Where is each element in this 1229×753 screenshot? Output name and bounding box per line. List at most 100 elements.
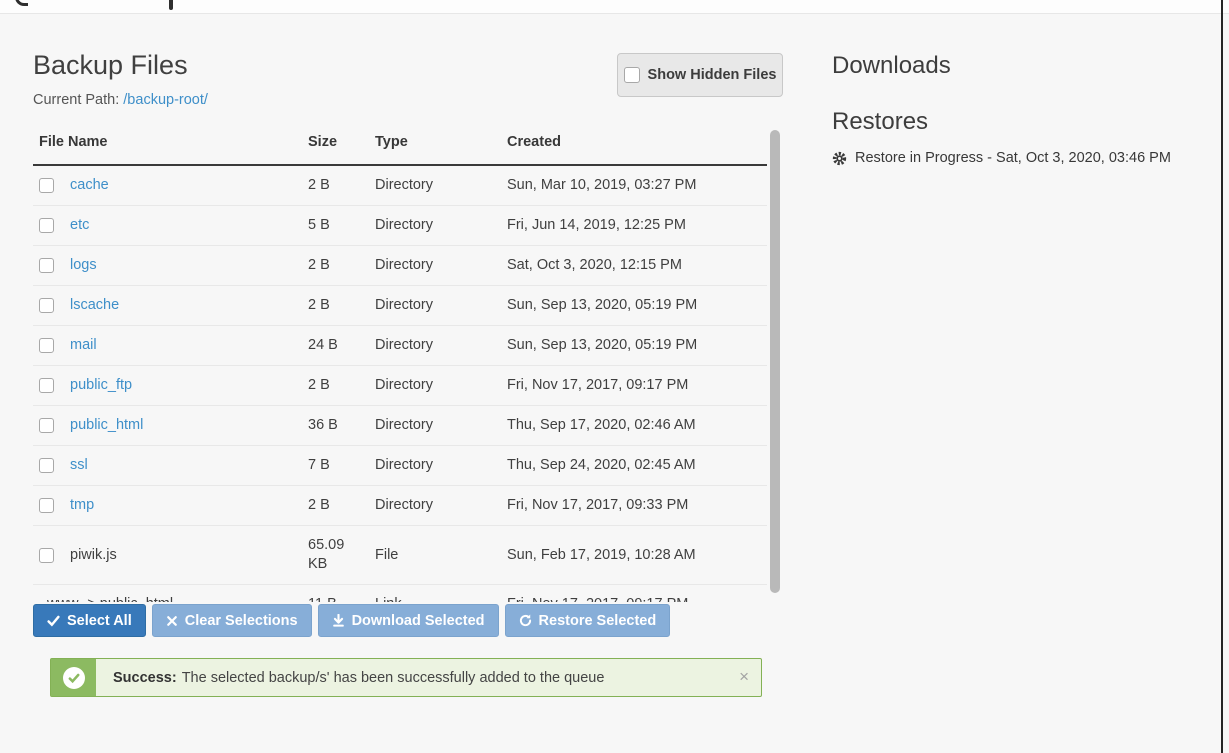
file-size: 24 B <box>308 326 375 366</box>
row-checkbox[interactable] <box>39 498 54 513</box>
file-link[interactable]: logs <box>70 256 97 275</box>
restore-selected-label: Restore Selected <box>539 613 657 629</box>
select-all-label: Select All <box>67 613 132 629</box>
table-row: lscache 2 B Directory Sun, Sep 13, 2020,… <box>33 286 767 326</box>
download-selected-label: Download Selected <box>352 613 485 629</box>
file-link[interactable]: tmp <box>70 496 94 515</box>
table-row: mail 24 B Directory Sun, Sep 13, 2020, 0… <box>33 326 767 366</box>
table-row: tmp 2 B Directory Fri, Nov 17, 2017, 09:… <box>33 486 767 526</box>
downloads-title: Downloads <box>832 52 951 80</box>
file-type: Link <box>375 585 507 603</box>
select-all-button[interactable]: Select All <box>33 604 146 637</box>
file-size: 5 B <box>308 206 375 246</box>
current-path-link[interactable]: /backup-root/ <box>123 92 208 108</box>
backup-files-table: File Name Size Type Created cache 2 B Di… <box>33 122 781 602</box>
window-right-edge <box>1221 0 1223 753</box>
clear-selections-button[interactable]: Clear Selections <box>152 604 312 637</box>
check-icon <box>47 614 60 627</box>
success-message: Success: The selected backup/s' has been… <box>113 659 721 696</box>
row-checkbox[interactable] <box>39 178 54 193</box>
restore-selected-button[interactable]: Restore Selected <box>505 604 671 637</box>
success-icon-block <box>51 659 96 696</box>
file-created: Sat, Oct 3, 2020, 12:15 PM <box>507 246 767 286</box>
file-created: Fri, Nov 17, 2017, 09:33 PM <box>507 486 767 526</box>
file-type: Directory <box>375 486 507 526</box>
file-link[interactable]: cache <box>70 176 109 195</box>
file-link[interactable]: public_html <box>70 416 143 435</box>
table-scrollbar-thumb[interactable] <box>770 130 780 593</box>
row-checkbox[interactable] <box>39 338 54 353</box>
refresh-icon <box>519 614 532 627</box>
table-row: cache 2 B Directory Sun, Mar 10, 2019, 0… <box>33 165 767 206</box>
file-type: Directory <box>375 246 507 286</box>
table-row: piwik.js 65.09 KB File Sun, Feb 17, 2019… <box>33 526 767 585</box>
restores-title: Restores <box>832 108 928 136</box>
file-created: Sun, Sep 13, 2020, 05:19 PM <box>507 326 767 366</box>
file-size: 2 B <box>308 246 375 286</box>
row-checkbox[interactable] <box>39 458 54 473</box>
file-created: Sun, Mar 10, 2019, 03:27 PM <box>507 165 767 206</box>
file-type: Directory <box>375 446 507 486</box>
column-header-file-name: File Name <box>33 122 308 165</box>
file-type: Directory <box>375 286 507 326</box>
file-size: 2 B <box>308 486 375 526</box>
download-icon <box>332 614 345 627</box>
file-size: 36 B <box>308 406 375 446</box>
row-checkbox[interactable] <box>39 298 54 313</box>
file-link[interactable]: lscache <box>70 296 119 315</box>
row-checkbox[interactable] <box>39 378 54 393</box>
success-check-icon <box>63 667 85 689</box>
download-selected-button[interactable]: Download Selected <box>318 604 499 637</box>
close-icon[interactable]: × <box>739 668 749 685</box>
file-created: Fri, Nov 17, 2017, 09:17 PM <box>507 585 767 603</box>
file-type: Directory <box>375 366 507 406</box>
file-size: 11 B <box>308 585 375 603</box>
row-checkbox[interactable] <box>39 548 54 563</box>
file-created: Thu, Sep 24, 2020, 02:45 AM <box>507 446 767 486</box>
file-created: Fri, Nov 17, 2017, 09:17 PM <box>507 366 767 406</box>
row-checkbox[interactable] <box>39 418 54 433</box>
table-row: logs 2 B Directory Sat, Oct 3, 2020, 12:… <box>33 246 767 286</box>
gear-icon <box>832 151 847 166</box>
file-type: Directory <box>375 165 507 206</box>
file-type: File <box>375 526 507 585</box>
file-created: Sun, Sep 13, 2020, 05:19 PM <box>507 286 767 326</box>
column-header-type: Type <box>375 122 507 165</box>
file-link[interactable]: mail <box>70 336 97 355</box>
file-type: Directory <box>375 206 507 246</box>
show-hidden-files-button[interactable]: Show Hidden Files <box>617 53 783 97</box>
row-checkbox[interactable] <box>39 258 54 273</box>
file-size: 2 B <box>308 165 375 206</box>
page-title-clipped-fragment <box>15 0 28 6</box>
show-hidden-files-checkbox[interactable] <box>624 67 640 83</box>
file-size: 7 B <box>308 446 375 486</box>
success-label: Success: <box>113 670 177 686</box>
page-title: Backup Files <box>33 50 188 81</box>
file-name: piwik.js <box>70 546 117 565</box>
current-path-label: Current Path: <box>33 92 119 108</box>
table-row: public_html 36 B Directory Thu, Sep 17, … <box>33 406 767 446</box>
restore-progress-label: Restore in Progress - Sat, Oct 3, 2020, … <box>855 150 1171 166</box>
file-size: 2 B <box>308 286 375 326</box>
clear-selections-label: Clear Selections <box>185 613 298 629</box>
table-row: etc 5 B Directory Fri, Jun 14, 2019, 12:… <box>33 206 767 246</box>
file-size: 2 B <box>308 366 375 406</box>
file-created: Sun, Feb 17, 2019, 10:28 AM <box>507 526 767 585</box>
column-header-created: Created <box>507 122 767 165</box>
file-size: 65.09 KB <box>308 526 375 585</box>
file-name: www -> public_html <box>33 596 173 602</box>
column-header-size: Size <box>308 122 375 165</box>
row-checkbox[interactable] <box>39 218 54 233</box>
file-link[interactable]: public_ftp <box>70 376 132 395</box>
file-link[interactable]: etc <box>70 216 89 235</box>
table-row: public_ftp 2 B Directory Fri, Nov 17, 20… <box>33 366 767 406</box>
file-created: Fri, Jun 14, 2019, 12:25 PM <box>507 206 767 246</box>
page-title-clipped-fragment <box>169 0 173 10</box>
success-text: The selected backup/s' has been successf… <box>182 670 605 686</box>
table-header-row: File Name Size Type Created <box>33 122 767 165</box>
table-row: ssl 7 B Directory Thu, Sep 24, 2020, 02:… <box>33 446 767 486</box>
file-type: Directory <box>375 406 507 446</box>
breadcrumb: Current Path: /backup-root/ <box>33 92 208 108</box>
file-link[interactable]: ssl <box>70 456 88 475</box>
top-bar <box>0 0 1229 14</box>
